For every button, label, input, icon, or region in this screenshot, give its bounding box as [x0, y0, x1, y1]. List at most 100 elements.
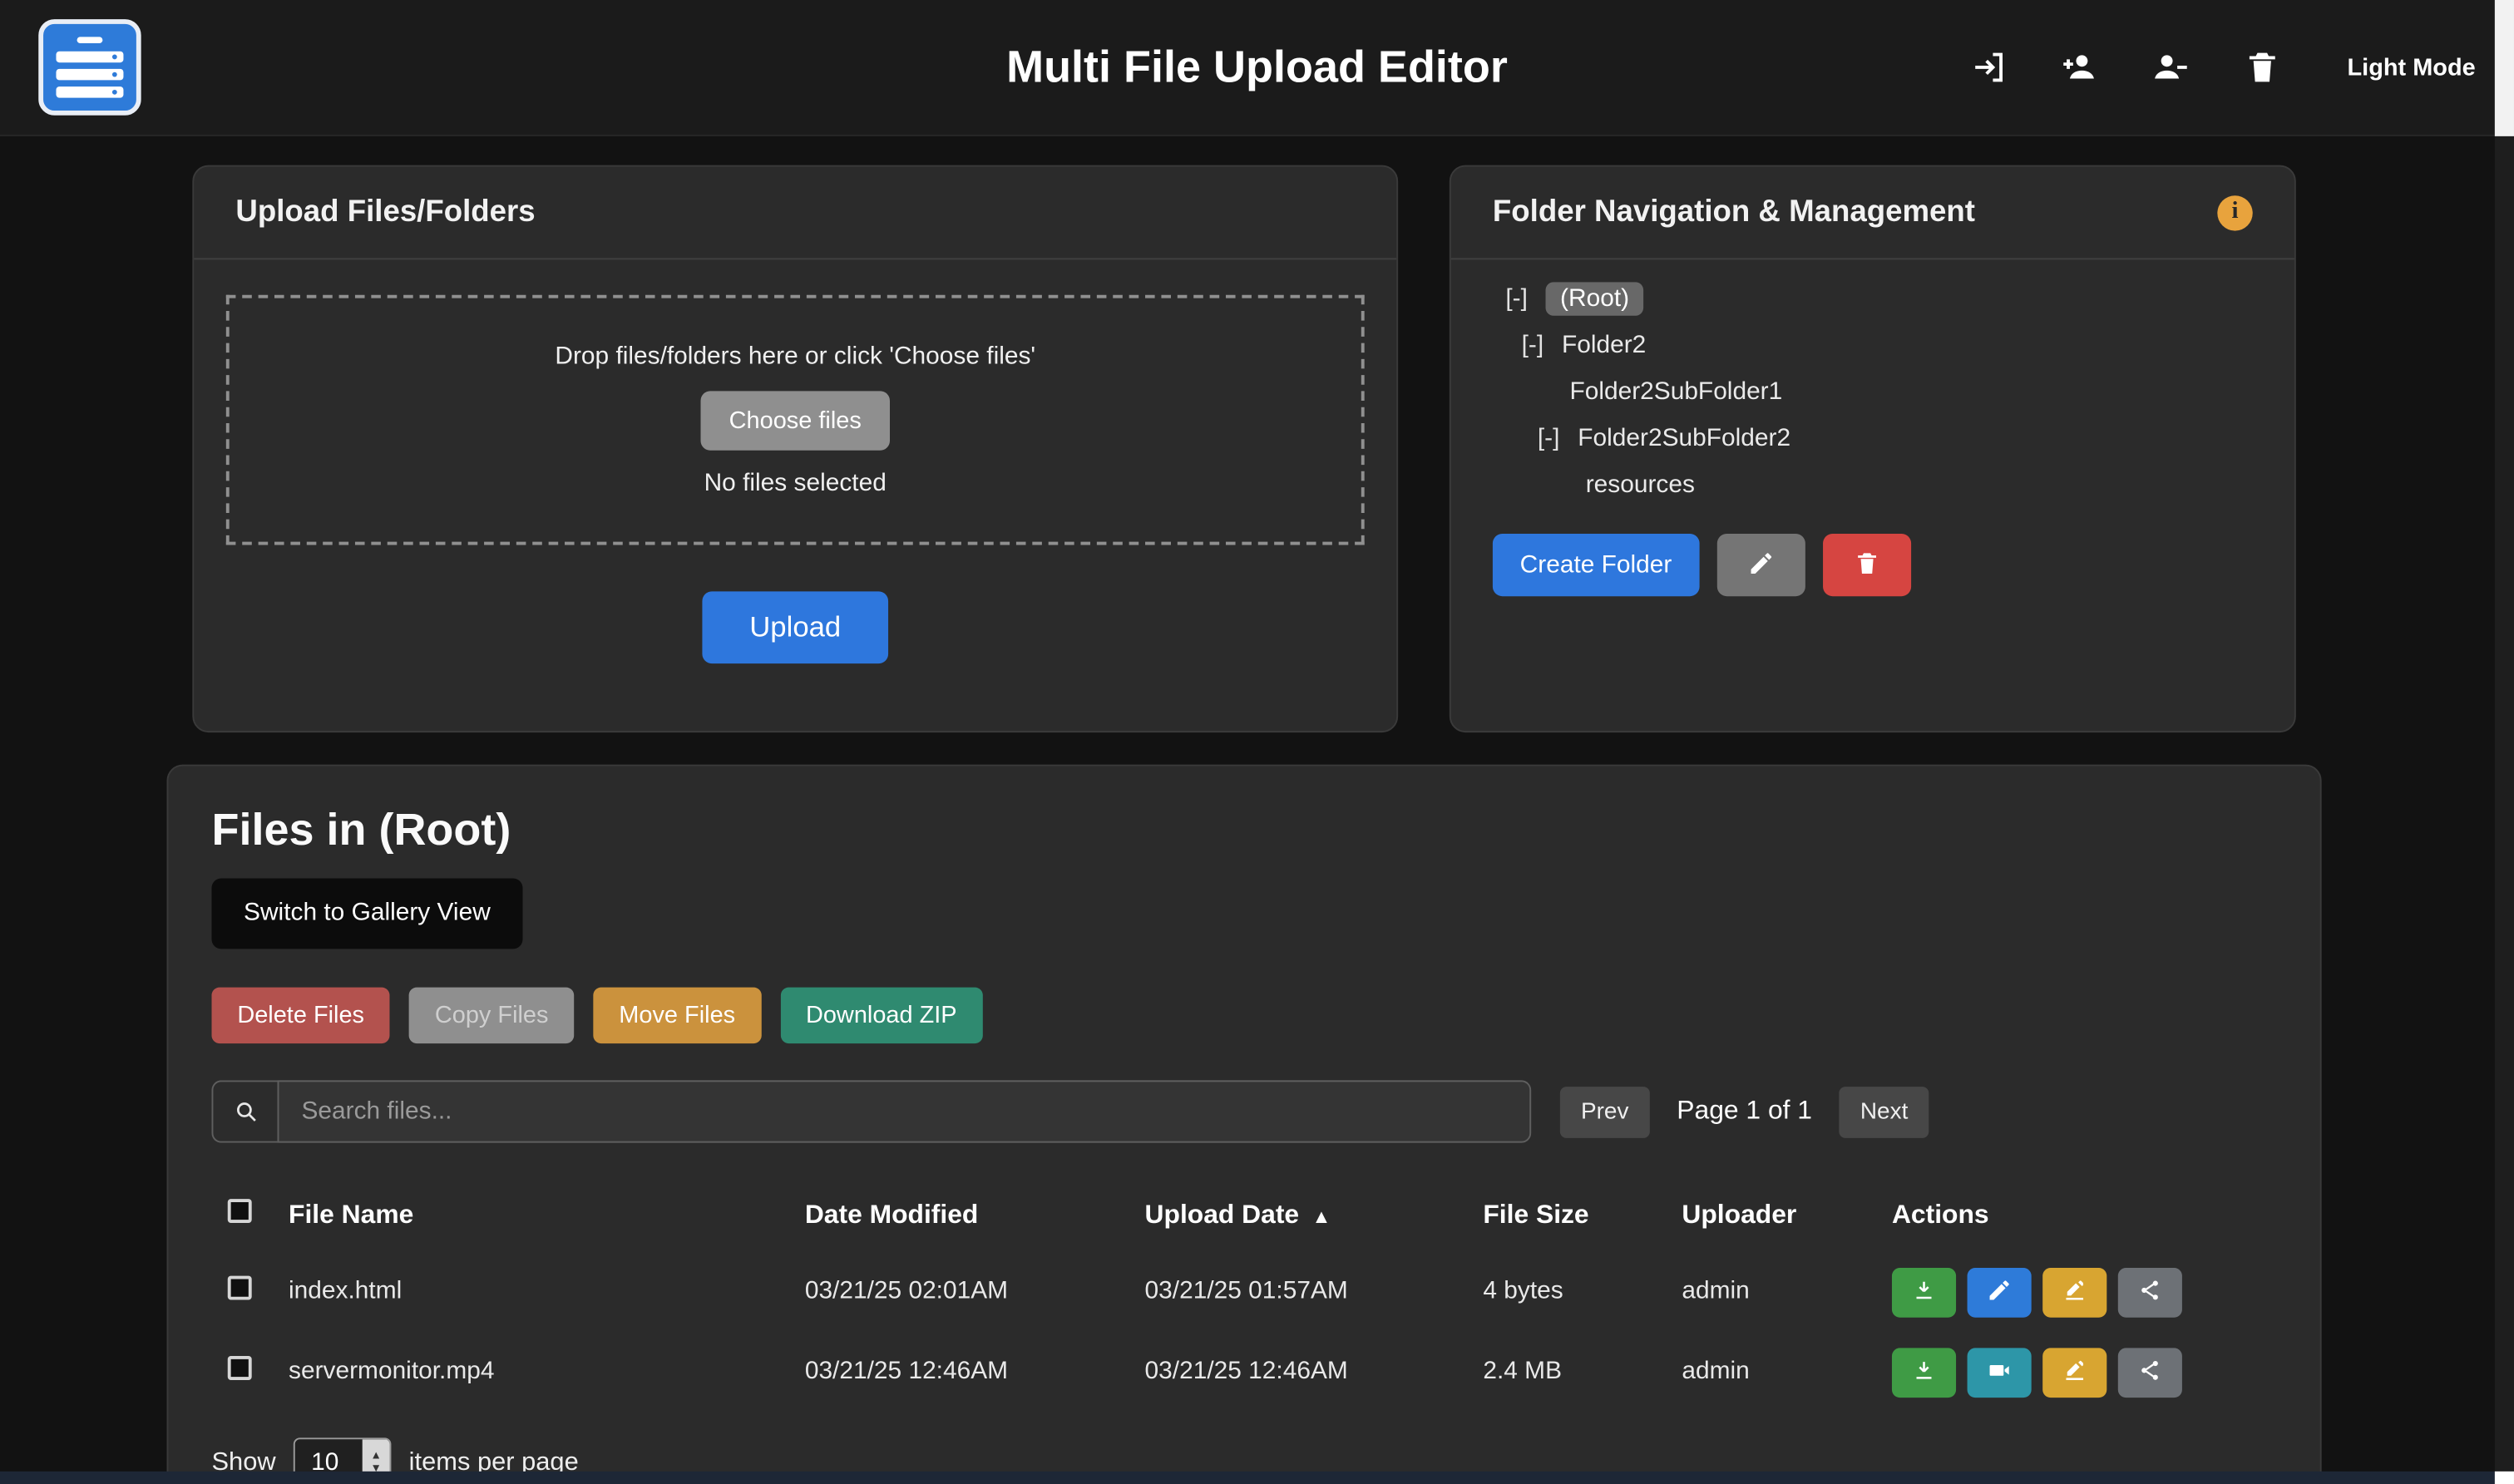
prev-page-button[interactable]: Prev: [1560, 1086, 1650, 1137]
app-logo[interactable]: [38, 19, 141, 116]
column-header-uploader[interactable]: Uploader: [1682, 1200, 1892, 1230]
edit-file-button[interactable]: [1968, 1267, 2032, 1317]
upload-card-body: Drop files/folders here or click 'Choose…: [194, 259, 1396, 663]
choose-files-button[interactable]: Choose files: [700, 390, 891, 449]
file-size: 4 bytes: [1483, 1278, 1682, 1307]
tree-label-root[interactable]: (Root): [1546, 282, 1644, 315]
search-input[interactable]: [278, 1080, 1532, 1142]
trash-icon: [1853, 549, 1880, 581]
upload-button[interactable]: Upload: [703, 591, 887, 663]
upload-card: Upload Files/Folders Drop files/folders …: [192, 165, 1398, 732]
file-dropzone[interactable]: Drop files/folders here or click 'Choose…: [226, 295, 1365, 545]
pencil-icon: [1747, 549, 1775, 581]
tree-expander-icon[interactable]: [-]: [1522, 332, 1544, 359]
folder-card-title: Folder Navigation & Management: [1493, 195, 1975, 229]
uploader: admin: [1682, 1358, 1892, 1387]
download-button[interactable]: [1892, 1347, 1956, 1397]
column-header-upload-date[interactable]: Upload Date▲: [1145, 1200, 1484, 1230]
next-page-button[interactable]: Next: [1840, 1086, 1929, 1137]
delete-account-trash-icon[interactable]: [2240, 45, 2284, 90]
footer-strip: [0, 1472, 2495, 1484]
add-user-icon[interactable]: [2057, 45, 2102, 90]
download-icon: [1911, 1357, 1937, 1388]
delete-files-button[interactable]: Delete Files: [211, 988, 389, 1043]
tree-item-root: [-] (Root): [1493, 276, 2253, 323]
table-row: servermonitor.mp4 03/21/25 12:46AM 03/21…: [211, 1332, 2276, 1412]
pencil-icon: [1987, 1277, 2013, 1308]
files-card: Files in (Root) Switch to Gallery View D…: [167, 765, 2322, 1484]
uploader: admin: [1682, 1278, 1892, 1307]
copy-files-button[interactable]: Copy Files: [409, 988, 574, 1043]
file-name[interactable]: index.html: [289, 1278, 805, 1307]
tree-item-folder2: [-] Folder2: [1493, 323, 2253, 369]
upload-date: 03/21/25 12:46AM: [1145, 1358, 1484, 1387]
tree-label-folder2[interactable]: Folder2: [1562, 332, 1646, 359]
rename-pencil-icon: [2062, 1357, 2087, 1388]
gallery-view-toggle-button[interactable]: Switch to Gallery View: [211, 879, 522, 949]
scrollbar-thumb[interactable]: [2495, 0, 2514, 136]
folder-navigation-card: Folder Navigation & Management [-] (Root…: [1450, 165, 2296, 732]
scrollbar-corner: [2495, 1472, 2514, 1484]
rename-folder-button[interactable]: [1716, 534, 1805, 596]
folder-card-body: [-] (Root) [-] Folder2 Folder2SubFolder1: [1451, 259, 2294, 596]
table-row: index.html 03/21/25 02:01AM 03/21/25 01:…: [211, 1252, 2276, 1332]
page-title: Multi File Upload Editor: [1006, 42, 1508, 93]
row-checkbox[interactable]: [228, 1356, 252, 1380]
download-button[interactable]: [1892, 1267, 1956, 1317]
file-size: 2.4 MB: [1483, 1358, 1682, 1387]
row-actions: [1892, 1267, 2277, 1317]
remove-user-icon[interactable]: [2148, 45, 2193, 90]
top-row: Upload Files/Folders Drop files/folders …: [192, 165, 2514, 732]
files-title: Files in (Root): [211, 805, 2276, 856]
move-files-button[interactable]: Move Files: [593, 988, 761, 1043]
tree-expander-icon[interactable]: [-]: [1538, 425, 1560, 452]
tree-label-folder2subfolder2[interactable]: Folder2SubFolder2: [1578, 425, 1790, 452]
video-camera-icon: [1987, 1357, 2013, 1388]
file-name[interactable]: servermonitor.mp4: [289, 1358, 805, 1387]
rename-file-button[interactable]: [2042, 1267, 2107, 1317]
upload-card-header: Upload Files/Folders: [194, 167, 1396, 260]
share-icon: [2137, 1277, 2163, 1308]
logout-icon[interactable]: [1966, 45, 2011, 90]
main-content: Upload Files/Folders Drop files/folders …: [0, 165, 2514, 1484]
app-root: Multi File Upload Editor Light Mode Uplo…: [0, 0, 2514, 1484]
tree-item-folder2subfolder2: [-] Folder2SubFolder2: [1493, 415, 2253, 461]
share-button[interactable]: [2118, 1267, 2182, 1317]
tree-label-folder2subfolder1[interactable]: Folder2SubFolder1: [1569, 378, 1782, 406]
tree-label-resources[interactable]: resources: [1586, 471, 1695, 499]
download-zip-button[interactable]: Download ZIP: [780, 988, 982, 1043]
preview-video-button[interactable]: [1968, 1347, 2032, 1397]
info-icon[interactable]: [2217, 195, 2252, 229]
column-header-actions: Actions: [1892, 1200, 2277, 1230]
header-actions: Light Mode: [1966, 45, 2476, 90]
column-header-file-name[interactable]: File Name: [289, 1200, 805, 1230]
dropzone-text: Drop files/folders here or click 'Choose…: [555, 343, 1035, 372]
share-button[interactable]: [2118, 1347, 2182, 1397]
date-modified: 03/21/25 02:01AM: [805, 1278, 1145, 1307]
create-folder-button[interactable]: Create Folder: [1493, 534, 1699, 596]
select-all-checkbox[interactable]: [228, 1199, 252, 1223]
app-header: Multi File Upload Editor Light Mode: [0, 0, 2514, 136]
column-header-date-modified[interactable]: Date Modified: [805, 1200, 1145, 1230]
rename-file-button[interactable]: [2042, 1347, 2107, 1397]
light-mode-toggle[interactable]: Light Mode: [2348, 54, 2476, 81]
search-row: Prev Page 1 of 1 Next: [211, 1080, 2276, 1142]
column-header-file-size[interactable]: File Size: [1483, 1200, 1682, 1230]
bulk-actions: Delete Files Copy Files Move Files Downl…: [211, 988, 2276, 1043]
table-header-row: File Name Date Modified Upload Date▲ Fil…: [211, 1178, 2276, 1252]
tree-expander-icon[interactable]: [-]: [1505, 285, 1528, 313]
row-actions: [1892, 1347, 2277, 1397]
server-icon: [77, 37, 103, 43]
tree-item-folder2subfolder1: Folder2SubFolder1: [1493, 368, 2253, 415]
rename-pencil-icon: [2062, 1277, 2087, 1308]
upload-date: 03/21/25 01:57AM: [1145, 1278, 1484, 1307]
scrollbar-track[interactable]: [2495, 0, 2514, 1484]
date-modified: 03/21/25 12:46AM: [805, 1358, 1145, 1387]
folder-tree: [-] (Root) [-] Folder2 Folder2SubFolder1: [1493, 276, 2253, 509]
folder-actions: Create Folder: [1493, 534, 2253, 596]
share-icon: [2137, 1357, 2163, 1388]
delete-folder-button[interactable]: [1823, 534, 1911, 596]
row-checkbox[interactable]: [228, 1276, 252, 1300]
files-table: File Name Date Modified Upload Date▲ Fil…: [211, 1178, 2276, 1412]
download-icon: [1911, 1277, 1937, 1308]
